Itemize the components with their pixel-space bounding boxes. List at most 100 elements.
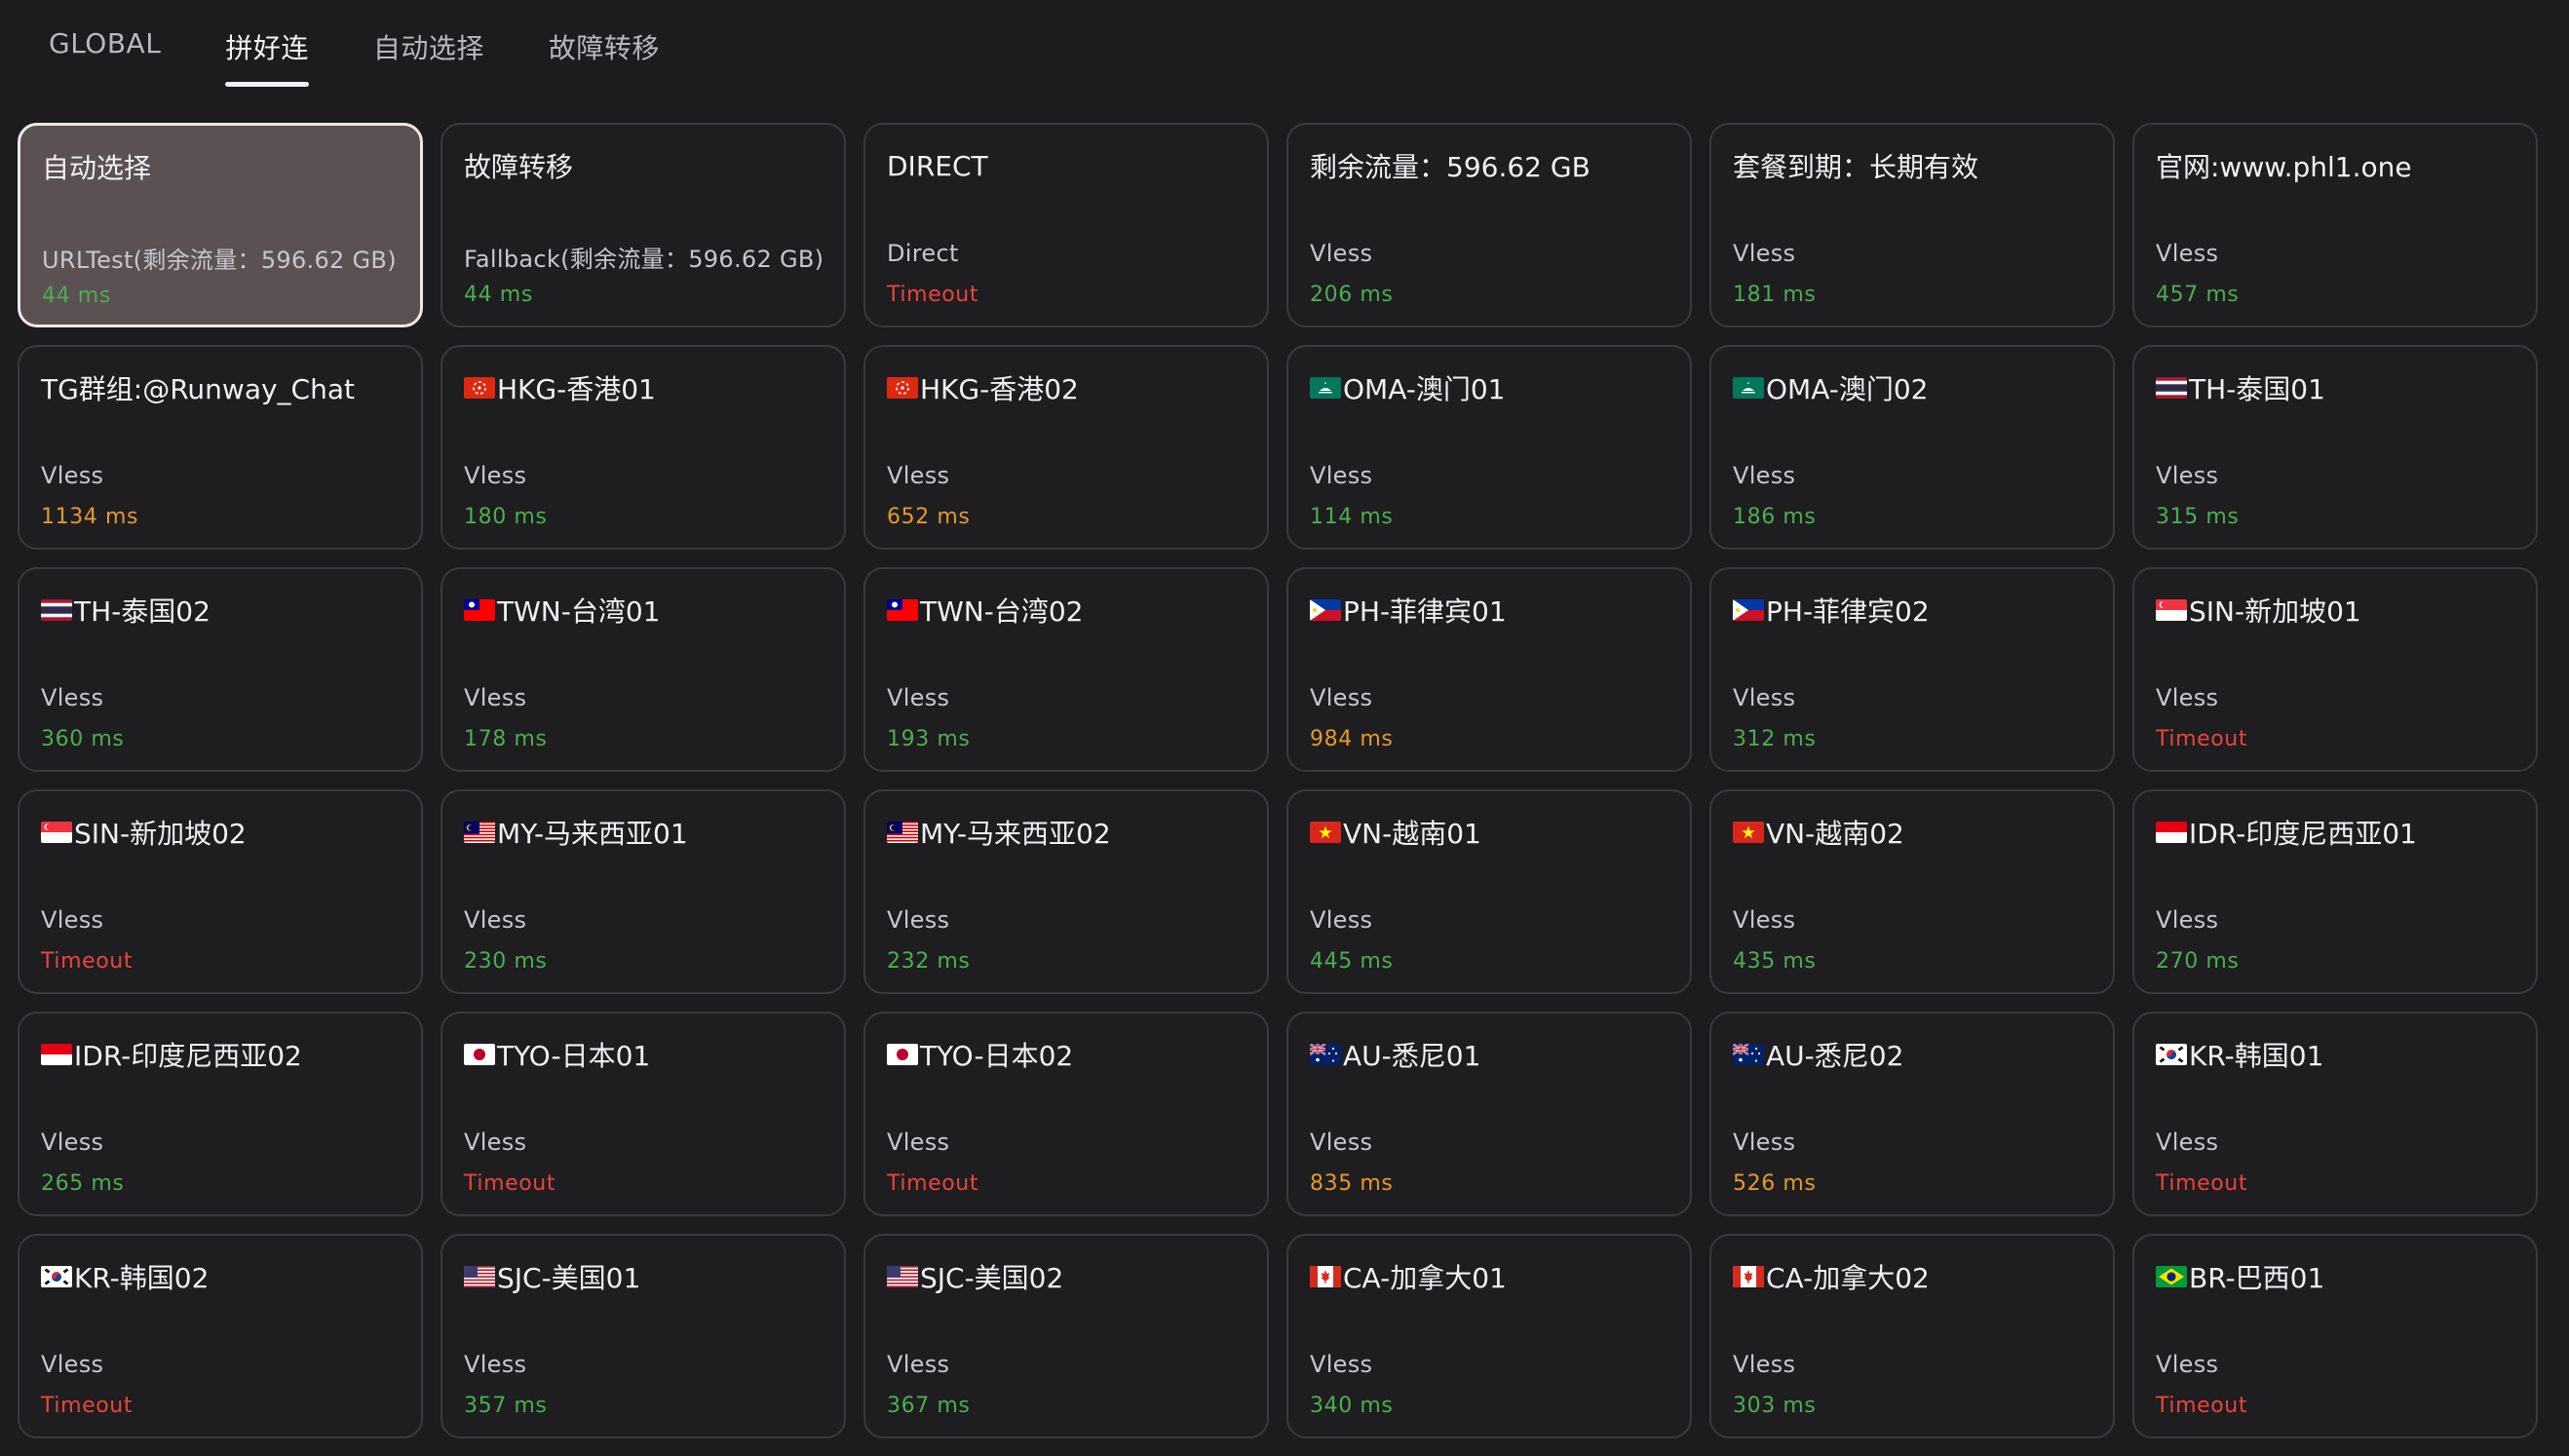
proxy-name: TYO-日本01 xyxy=(464,1035,823,1074)
proxy-card[interactable]: SJC-美国02 Vless 367 ms xyxy=(863,1234,1269,1438)
proxy-delay[interactable]: 835 ms xyxy=(1310,1171,1393,1196)
proxy-delay[interactable]: 178 ms xyxy=(464,727,547,751)
proxy-card[interactable]: TG群组:@Runway_Chat Vless 1134 ms xyxy=(18,345,423,550)
proxy-card[interactable]: BR-巴西01 Vless Timeout xyxy=(2132,1234,2538,1438)
proxy-name: 故障转移 xyxy=(464,146,823,185)
proxy-card[interactable]: VN-越南01 Vless 445 ms xyxy=(1286,789,1692,994)
proxy-delay[interactable]: 230 ms xyxy=(464,949,547,974)
proxy-delay[interactable]: 526 ms xyxy=(1733,1171,1816,1196)
proxy-card[interactable]: KR-韩国02 Vless Timeout xyxy=(18,1234,423,1438)
proxy-card[interactable]: SJC-美国01 Vless 357 ms xyxy=(441,1234,846,1438)
proxy-name-text: SIN-新加坡01 xyxy=(2189,595,2361,628)
proxy-name-text: TYO-日本02 xyxy=(920,1040,1074,1072)
proxy-card[interactable]: CA-加拿大01 Vless 340 ms xyxy=(1286,1234,1692,1438)
proxy-name-text: 剩余流量：596.62 GB xyxy=(1310,151,1591,183)
proxy-delay[interactable]: 44 ms xyxy=(42,284,111,308)
proxy-card[interactable]: 故障转移 Fallback(剩余流量：596.62 GB) 44 ms xyxy=(441,123,846,327)
tab-0[interactable]: GLOBAL xyxy=(49,0,161,94)
proxy-card[interactable]: CA-加拿大02 Vless 303 ms xyxy=(1709,1234,2115,1438)
proxy-delay[interactable]: 435 ms xyxy=(1733,949,1816,974)
proxy-delay[interactable]: Timeout xyxy=(41,1394,133,1418)
proxy-delay[interactable]: Timeout xyxy=(2156,1171,2247,1196)
proxy-card[interactable]: OMA-澳门02 Vless 186 ms xyxy=(1709,345,2115,550)
proxy-delay[interactable]: 232 ms xyxy=(887,949,970,974)
proxy-card[interactable]: VN-越南02 Vless 435 ms xyxy=(1709,789,2115,994)
proxy-delay[interactable]: Timeout xyxy=(2156,1394,2247,1418)
proxy-delay[interactable]: 652 ms xyxy=(887,505,970,529)
proxy-delay[interactable]: 206 ms xyxy=(1310,283,1393,307)
proxy-card[interactable]: TWN-台湾01 Vless 178 ms xyxy=(441,567,846,772)
proxy-delay[interactable]: 180 ms xyxy=(464,505,547,529)
proxy-delay[interactable]: Timeout xyxy=(887,283,978,307)
proxy-card[interactable]: TYO-日本02 Vless Timeout xyxy=(863,1012,1269,1216)
proxy-delay[interactable]: 1134 ms xyxy=(41,505,138,529)
proxy-card[interactable]: AU-悉尼01 Vless 835 ms xyxy=(1286,1012,1692,1216)
proxy-name: HKG-香港01 xyxy=(464,368,823,407)
proxy-delay[interactable]: 445 ms xyxy=(1310,949,1393,974)
proxy-card[interactable]: TWN-台湾02 Vless 193 ms xyxy=(863,567,1269,772)
proxy-card[interactable]: 套餐到期：长期有效 Vless 181 ms xyxy=(1709,123,2115,327)
proxy-name-text: SIN-新加坡02 xyxy=(74,818,247,850)
proxy-name: 剩余流量：596.62 GB xyxy=(1310,146,1668,185)
proxy-card[interactable]: PH-菲律宾02 Vless 312 ms xyxy=(1709,567,2115,772)
tab-1[interactable]: 拼好连 xyxy=(225,0,309,94)
proxy-delay[interactable]: 186 ms xyxy=(1733,505,1816,529)
proxy-name-text: KR-韩国02 xyxy=(74,1262,210,1294)
hk-flag-icon xyxy=(464,377,495,399)
proxy-type: Vless xyxy=(2156,1351,2219,1378)
proxy-name: DIRECT xyxy=(887,146,1246,185)
proxy-type: Vless xyxy=(1733,684,1796,711)
proxy-delay[interactable]: 270 ms xyxy=(2156,949,2239,974)
proxy-delay[interactable]: Timeout xyxy=(41,949,133,974)
proxy-card[interactable]: TH-泰国02 Vless 360 ms xyxy=(18,567,423,772)
proxy-type: Vless xyxy=(1310,1351,1373,1378)
proxy-delay[interactable]: 114 ms xyxy=(1310,505,1393,529)
proxy-card[interactable]: KR-韩国01 Vless Timeout xyxy=(2132,1012,2538,1216)
proxy-delay[interactable]: 457 ms xyxy=(2156,283,2239,307)
proxy-type: Vless xyxy=(2156,1129,2219,1156)
proxy-delay[interactable]: 357 ms xyxy=(464,1394,547,1418)
proxy-card[interactable]: AU-悉尼02 Vless 526 ms xyxy=(1709,1012,2115,1216)
proxy-card[interactable]: HKG-香港02 Vless 652 ms xyxy=(863,345,1269,550)
tab-3[interactable]: 故障转移 xyxy=(549,0,660,94)
proxy-name: TH-泰国02 xyxy=(41,591,400,630)
proxy-delay[interactable]: 340 ms xyxy=(1310,1394,1393,1418)
proxy-name: PH-菲律宾01 xyxy=(1310,591,1668,630)
proxy-card[interactable]: IDR-印度尼西亚02 Vless 265 ms xyxy=(18,1012,423,1216)
proxy-delay[interactable]: Timeout xyxy=(2156,727,2247,751)
proxy-delay[interactable]: Timeout xyxy=(464,1171,556,1196)
proxy-delay[interactable]: 265 ms xyxy=(41,1171,124,1196)
proxy-delay[interactable]: 360 ms xyxy=(41,727,124,751)
proxy-card[interactable]: HKG-香港01 Vless 180 ms xyxy=(441,345,846,550)
proxy-card[interactable]: TH-泰国01 Vless 315 ms xyxy=(2132,345,2538,550)
proxy-card[interactable]: MY-马来西亚02 Vless 232 ms xyxy=(863,789,1269,994)
proxy-card[interactable]: OMA-澳门01 Vless 114 ms xyxy=(1286,345,1692,550)
proxy-delay[interactable]: 984 ms xyxy=(1310,727,1393,751)
proxy-delay[interactable]: 193 ms xyxy=(887,727,970,751)
proxy-card[interactable]: SIN-新加坡02 Vless Timeout xyxy=(18,789,423,994)
proxy-card[interactable]: TYO-日本01 Vless Timeout xyxy=(441,1012,846,1216)
proxy-card[interactable]: IDR-印度尼西亚01 Vless 270 ms xyxy=(2132,789,2538,994)
proxy-card[interactable]: PH-菲律宾01 Vless 984 ms xyxy=(1286,567,1692,772)
proxy-delay[interactable]: 44 ms xyxy=(464,283,533,307)
proxy-delay[interactable]: 367 ms xyxy=(887,1394,970,1418)
proxy-card[interactable]: 剩余流量：596.62 GB Vless 206 ms xyxy=(1286,123,1692,327)
proxy-card[interactable]: 自动选择 URLTest(剩余流量：596.62 GB) 44 ms xyxy=(18,123,423,327)
proxy-name: HKG-香港02 xyxy=(887,368,1246,407)
proxy-name-text: MY-马来西亚01 xyxy=(497,818,688,850)
my-flag-icon xyxy=(887,822,918,843)
proxy-delay[interactable]: 303 ms xyxy=(1733,1394,1816,1418)
proxy-delay[interactable]: 312 ms xyxy=(1733,727,1816,751)
proxy-delay[interactable]: 315 ms xyxy=(2156,505,2239,529)
tab-2[interactable]: 自动选择 xyxy=(373,0,484,94)
proxy-card[interactable]: 官网:www.phl1.one Vless 457 ms xyxy=(2132,123,2538,327)
tab-label: 拼好连 xyxy=(225,32,309,64)
proxy-name: TH-泰国01 xyxy=(2156,368,2514,407)
proxy-delay[interactable]: 181 ms xyxy=(1733,283,1816,307)
proxy-card[interactable]: DIRECT Direct Timeout xyxy=(863,123,1269,327)
proxy-card[interactable]: MY-马来西亚01 Vless 230 ms xyxy=(441,789,846,994)
proxy-name: CA-加拿大01 xyxy=(1310,1257,1668,1296)
proxy-card[interactable]: SIN-新加坡01 Vless Timeout xyxy=(2132,567,2538,772)
proxy-type: Vless xyxy=(887,1129,950,1156)
proxy-delay[interactable]: Timeout xyxy=(887,1171,978,1196)
